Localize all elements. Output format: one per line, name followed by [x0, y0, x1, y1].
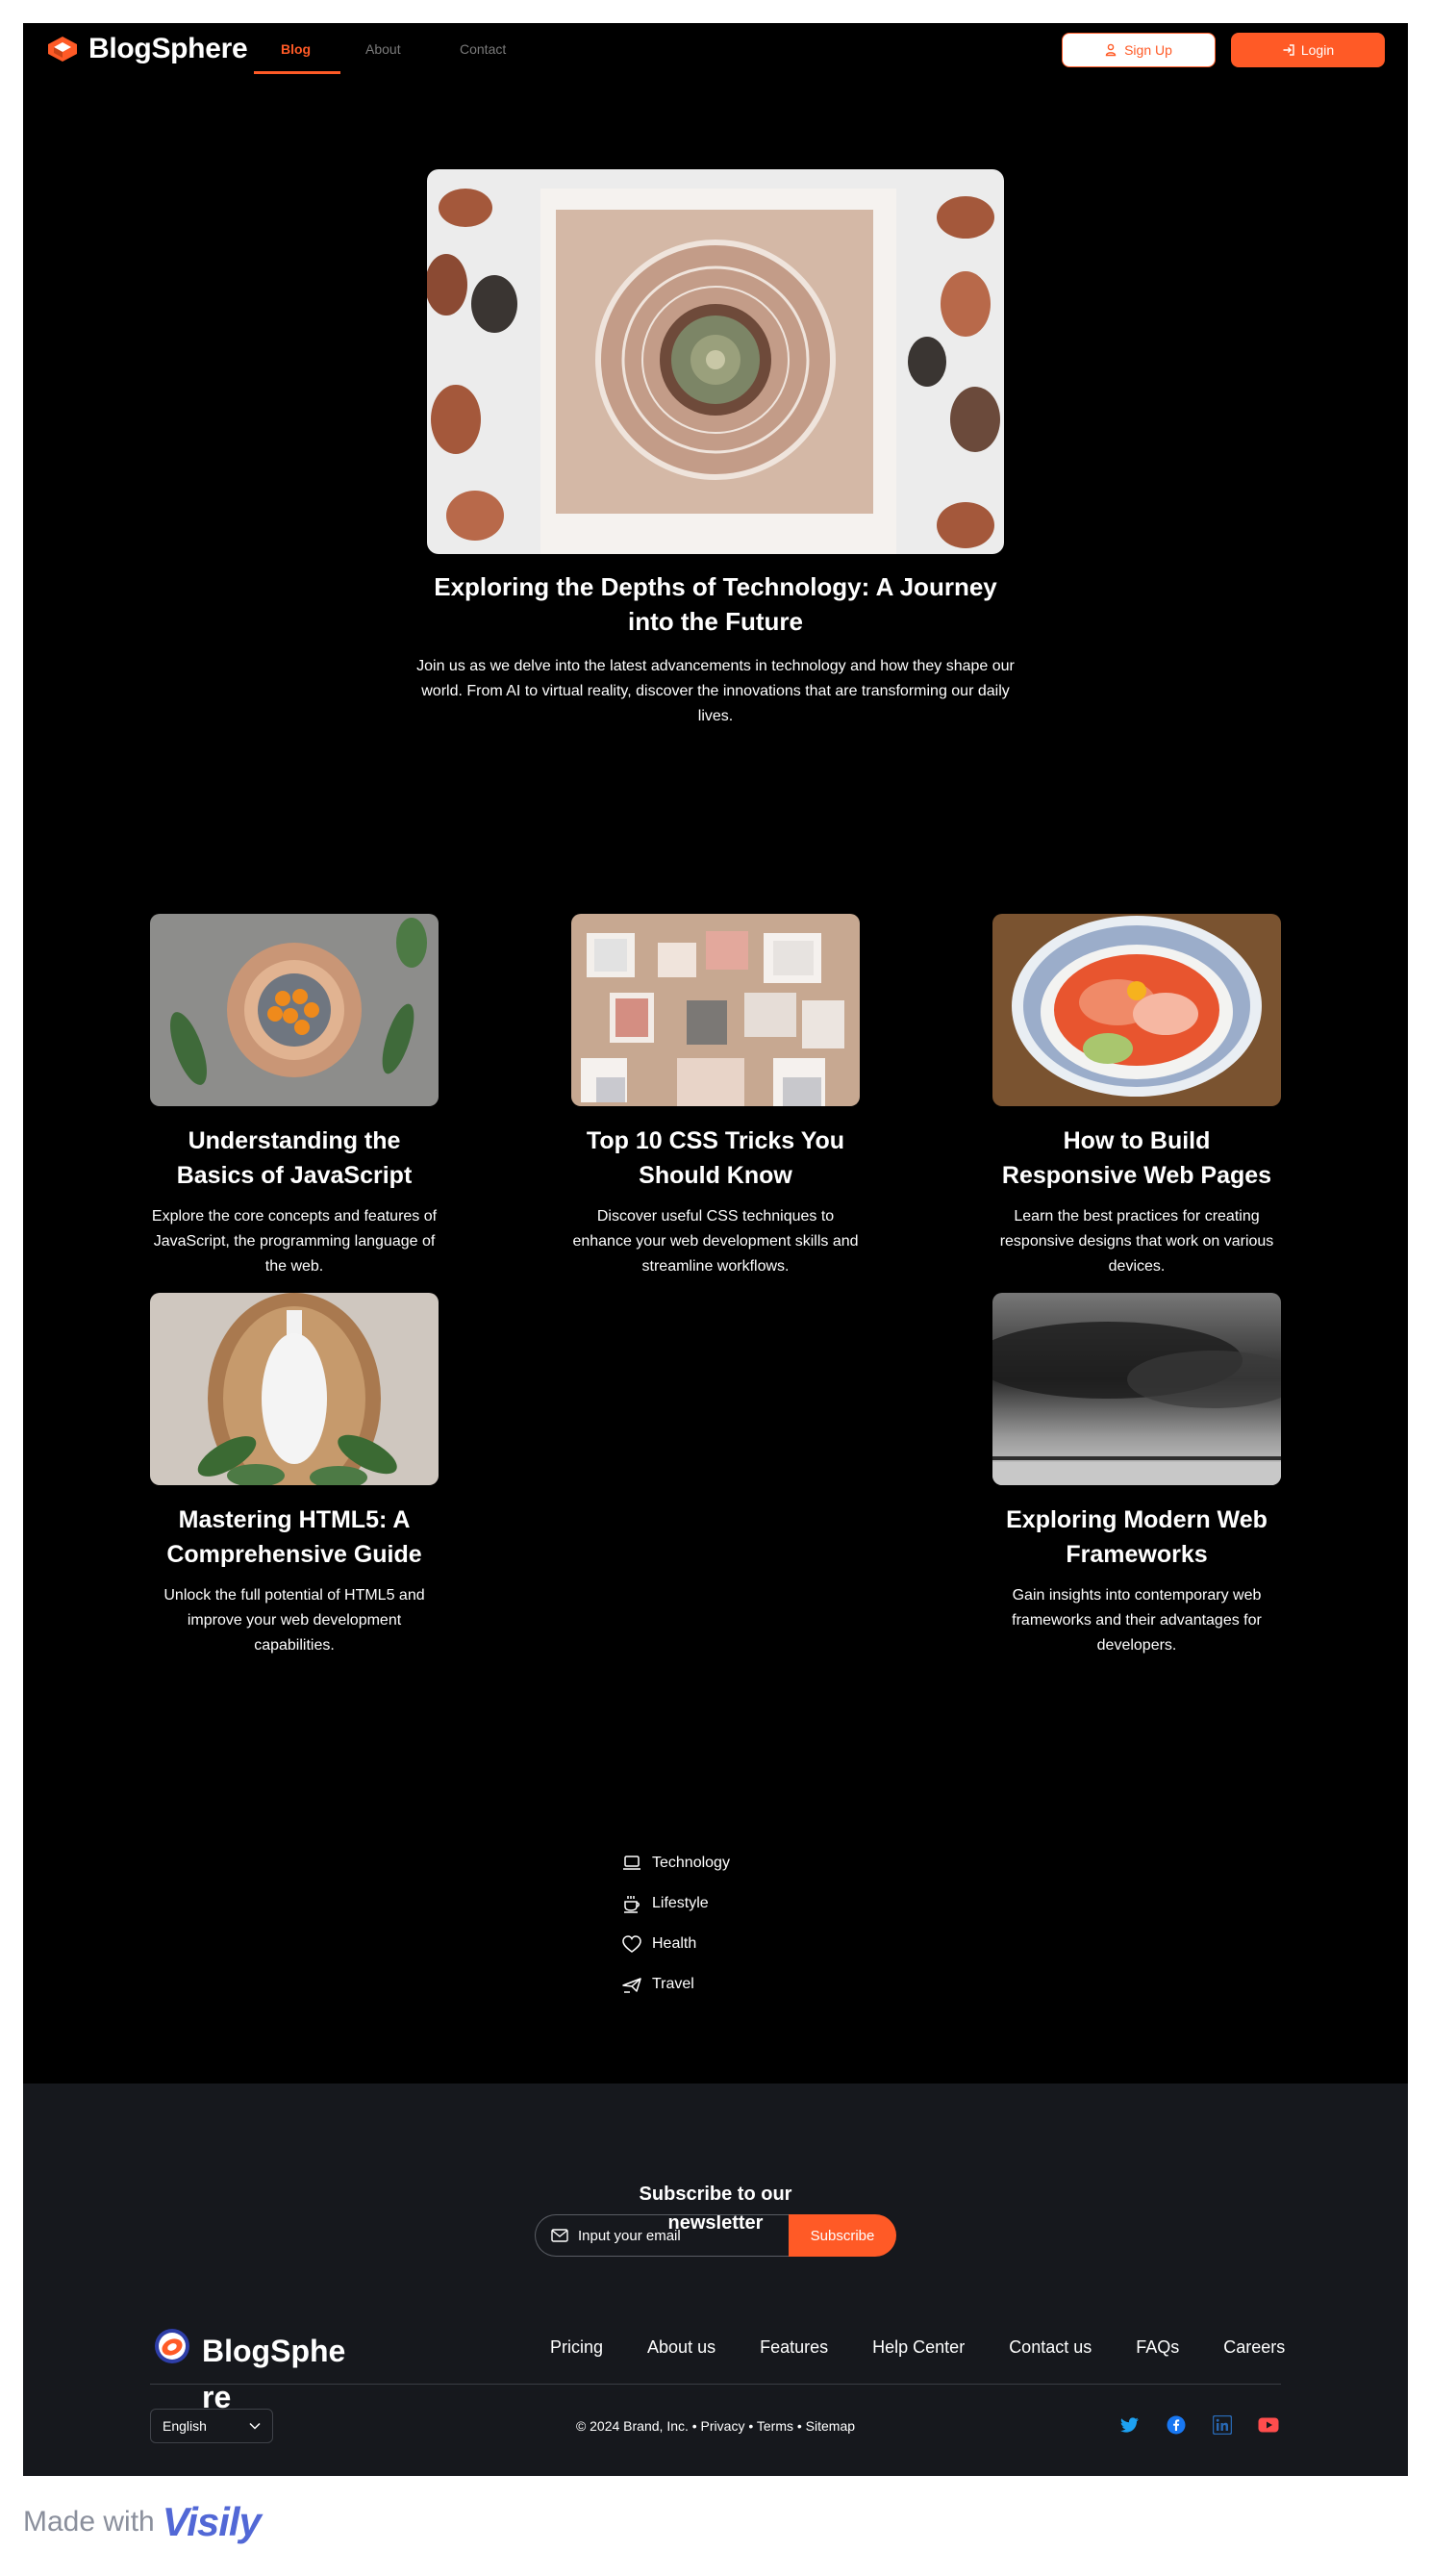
category-label: Technology: [652, 1855, 730, 1871]
hero-image: [427, 169, 1004, 554]
nav-active-indicator: [254, 71, 340, 74]
mail-icon: [551, 2229, 568, 2242]
youtube-icon[interactable]: [1258, 2414, 1279, 2436]
post-card[interactable]: How to Build Responsive Web Pages Learn …: [992, 914, 1281, 1279]
category-label: Health: [652, 1935, 697, 1952]
post-card-description: Discover useful CSS techniques to enhanc…: [572, 1208, 859, 1275]
footer-link-contact-us[interactable]: Contact us: [1009, 2337, 1092, 2358]
category-label: Travel: [652, 1976, 694, 1992]
post-card-image: [150, 1293, 439, 1485]
newsletter-form: Input your email Subscribe: [535, 2214, 896, 2257]
nav-link-contact[interactable]: Contact: [460, 41, 506, 57]
newsletter-placeholder: Input your email: [578, 2227, 681, 2244]
copyright-text: © 2024 Brand, Inc. • Privacy • Terms • S…: [575, 2418, 856, 2434]
brand-name: BlogSphere: [88, 33, 248, 64]
subscribe-button[interactable]: Subscribe: [789, 2214, 896, 2257]
coffee-icon: [624, 1896, 640, 1913]
post-card[interactable]: Top 10 CSS Tricks You Should Know Discov…: [571, 914, 860, 1279]
post-card-title: Understanding the Basics of JavaScript: [176, 1127, 413, 1189]
chevron-down-icon: [249, 2422, 261, 2430]
post-card-title: Top 10 CSS Tricks You Should Know: [586, 1127, 845, 1189]
footer-brand-name: BlogSphere: [202, 2334, 346, 2414]
login-button[interactable]: Login: [1231, 33, 1385, 67]
laptop-icon: [623, 1856, 640, 1870]
login-label: Login: [1300, 42, 1335, 58]
twitter-icon[interactable]: [1119, 2414, 1141, 2436]
category-item-health[interactable]: Health: [621, 1924, 852, 1964]
hero-description: Join us as we delve into the latest adva…: [416, 658, 1015, 724]
footer-link-about-us[interactable]: About us: [647, 2337, 716, 2358]
page-frame: BlogSphere Blog About Contact Sign Up Lo…: [23, 23, 1408, 2476]
footer-brand-logo[interactable]: BlogSphere: [154, 2328, 356, 2420]
post-card[interactable]: Understanding the Basics of JavaScript E…: [150, 914, 439, 1279]
heart-icon: [622, 1935, 641, 1953]
footer-links: Pricing About us Features Help Center Co…: [550, 2337, 1285, 2358]
footer-link-help-center[interactable]: Help Center: [872, 2337, 965, 2358]
footer-link-pricing[interactable]: Pricing: [550, 2337, 603, 2358]
post-card-image: [571, 914, 860, 1106]
post-card-title: Exploring Modern Web Frameworks: [1006, 1506, 1268, 1568]
post-card-description: Learn the best practices for creating re…: [999, 1208, 1274, 1275]
category-label: Lifestyle: [652, 1895, 709, 1911]
linkedin-icon[interactable]: [1212, 2414, 1233, 2436]
post-card-description: Explore the core concepts and features o…: [151, 1208, 438, 1275]
category-item-lifestyle[interactable]: Lifestyle: [621, 1883, 852, 1924]
social-links: [1119, 2414, 1279, 2436]
post-card-title: Mastering HTML5: A Comprehensive Guide: [166, 1506, 422, 1568]
footer-logo-icon: [155, 2329, 189, 2363]
facebook-icon[interactable]: [1166, 2414, 1187, 2436]
footer-link-careers[interactable]: Careers: [1223, 2337, 1285, 2358]
brand-logo[interactable]: BlogSphere: [46, 33, 248, 65]
post-card-image: [992, 1293, 1281, 1485]
signup-label: Sign Up: [1124, 42, 1172, 58]
logo-icon: [48, 37, 77, 62]
language-value: English: [163, 2418, 207, 2434]
made-with-badge[interactable]: Made with Visily: [23, 2499, 262, 2545]
category-item-travel[interactable]: Travel: [621, 1964, 852, 2005]
footer-link-features[interactable]: Features: [760, 2337, 828, 2358]
top-nav: BlogSphere Blog About Contact Sign Up Lo…: [23, 23, 1408, 77]
post-card-description: Gain insights into contemporary web fram…: [1012, 1587, 1262, 1654]
post-card[interactable]: Mastering HTML5: A Comprehensive Guide U…: [150, 1293, 439, 1658]
newsletter-email-input[interactable]: Input your email: [535, 2214, 789, 2257]
post-card-title: How to Build Responsive Web Pages: [1001, 1127, 1272, 1189]
category-item-technology[interactable]: Technology: [621, 1843, 852, 1883]
post-card-description: Unlock the full potential of HTML5 and i…: [163, 1587, 425, 1654]
category-list: Technology Lifestyle Health Travel: [621, 1843, 852, 2005]
footer-divider: [150, 2384, 1281, 2385]
login-icon: [1283, 44, 1294, 56]
footer: Subscribe to our newsletter Input your e…: [23, 2084, 1408, 2476]
visily-logo: Visily: [162, 2499, 262, 2544]
hero-title: Exploring the Depths of Technology: A Jo…: [434, 572, 997, 636]
language-select[interactable]: English: [150, 2409, 273, 2443]
post-card-image: [150, 914, 439, 1106]
nav-link-blog[interactable]: Blog: [281, 41, 311, 57]
user-plus-icon: [1105, 43, 1117, 57]
nav-link-about[interactable]: About: [365, 41, 401, 57]
post-card[interactable]: Exploring Modern Web Frameworks Gain ins…: [992, 1293, 1281, 1658]
signup-button[interactable]: Sign Up: [1062, 33, 1216, 67]
post-card-image: [992, 914, 1281, 1106]
plane-icon: [622, 1978, 641, 1993]
footer-link-faqs[interactable]: FAQs: [1136, 2337, 1179, 2358]
made-with-text: Made with: [23, 2506, 155, 2538]
